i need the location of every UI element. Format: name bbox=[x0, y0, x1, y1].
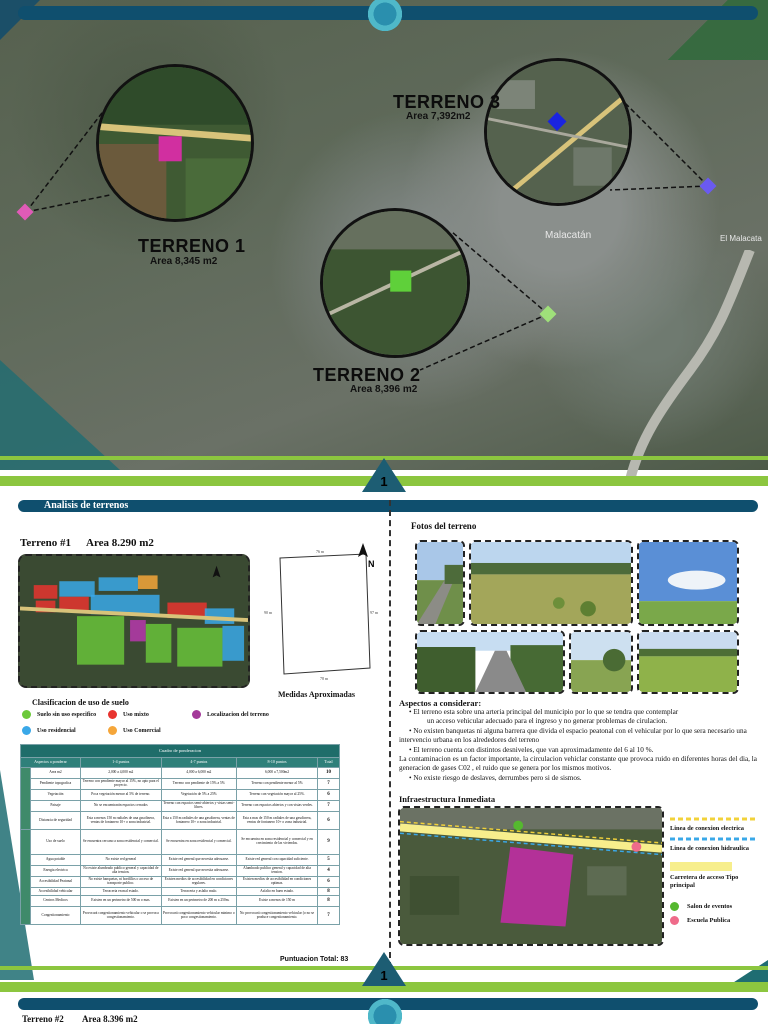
legend-item: Uso mixto bbox=[108, 710, 149, 719]
infra-legend-item: Carretera de acceso Tipo principal bbox=[670, 862, 760, 890]
table-row: Accesibilidad vehicular Terraceria en mal… bbox=[21, 887, 340, 896]
drawing-bottom-measure: 78 m bbox=[320, 676, 329, 681]
legend-item: Uso residencial bbox=[22, 726, 76, 735]
terreno2-area: Area 8,396 m2 bbox=[350, 384, 418, 395]
drawing-left-measure: 90 m bbox=[264, 610, 273, 615]
site-photo[interactable] bbox=[415, 630, 565, 694]
table-row: Energia electrica No existe alumbrado pub… bbox=[21, 865, 340, 877]
infrastructure-title: Infraestructura Inmediata bbox=[399, 794, 496, 804]
terreno1-title: Terreno #1 bbox=[20, 537, 72, 549]
table-header: 8-10 puntos bbox=[236, 757, 318, 768]
table-row: Paisaje No se encuentrarán espacios cerra… bbox=[21, 800, 340, 812]
table-row: Uso de suelo Se encuentra cercano a zona … bbox=[20, 829, 340, 925]
legend-dot bbox=[22, 710, 31, 719]
legend-dot bbox=[192, 710, 201, 719]
page-number: 1 bbox=[380, 968, 388, 983]
aspect-line: • El terreno cuenta con distintos desniv… bbox=[409, 745, 654, 754]
place-label: El Malacata bbox=[720, 234, 762, 243]
infrastructure-map bbox=[398, 806, 664, 946]
table-row: Congestionamiento Provocará congestionami… bbox=[21, 906, 340, 925]
column-divider bbox=[389, 500, 391, 968]
terreno1-area-text: Area 8.290 m2 bbox=[86, 537, 154, 549]
terreno3-area: Area 7,392m2 bbox=[406, 111, 471, 122]
page-number: 1 bbox=[380, 474, 388, 489]
table-caption: Cuadro de ponderacion bbox=[20, 744, 340, 758]
weighting-table: Cuadro de ponderacion Aspectos a pondera… bbox=[20, 744, 340, 925]
section-title: Analisis de terrenos bbox=[44, 500, 129, 511]
site-photo[interactable] bbox=[637, 630, 739, 694]
aspects-title: Aspectos a considerar: bbox=[399, 698, 482, 708]
river-shape bbox=[625, 250, 755, 480]
table-header: 1-4 puntos bbox=[80, 757, 162, 768]
terreno2-label: TERRENO 2 bbox=[313, 365, 421, 385]
table-header: 4-7 puntos bbox=[160, 757, 238, 768]
terreno2-area-text: Area 8.396 m2 bbox=[82, 1014, 138, 1024]
aspect-line: • No existen banquetas ni alguna barrera… bbox=[399, 726, 747, 745]
legend-item: Suelo sin uso especifico bbox=[22, 710, 96, 719]
legend-dot bbox=[108, 726, 117, 735]
legend-dot bbox=[22, 726, 31, 735]
place-label: Malacatán bbox=[545, 230, 592, 241]
terreno2-marker[interactable] bbox=[539, 305, 557, 323]
aspect-line: La contaminacion es un factor importante… bbox=[399, 755, 757, 773]
legend-dot bbox=[670, 916, 679, 925]
terreno1-zoom-circle bbox=[96, 64, 254, 222]
table-header: Aspectos a ponderar bbox=[20, 757, 81, 768]
terreno1-marker[interactable] bbox=[16, 203, 34, 221]
infra-legend-item: Linea de conexion hidraulica bbox=[670, 837, 758, 852]
north-arrow-icon: N bbox=[358, 543, 375, 569]
legend-dot bbox=[108, 710, 117, 719]
table-row: Pendiente topografica Terreno con pendien… bbox=[21, 778, 340, 790]
legend-item: Uso Comercial bbox=[108, 726, 161, 735]
drawing-right-measure: 97 m bbox=[370, 610, 379, 615]
site-photo[interactable] bbox=[469, 540, 633, 626]
site-photo[interactable] bbox=[415, 540, 465, 626]
legend-dot bbox=[670, 902, 679, 911]
aspect-line: • No existe riesgo de deslaves, derrumbe… bbox=[409, 773, 582, 782]
satellite-map: TERRENO 1 Area 8,345 m2 TERRENO 3 Area 7… bbox=[0, 0, 768, 480]
infra-legend-item: Escuela Publica bbox=[670, 916, 730, 925]
legend-item: Localizacion del terreno bbox=[192, 710, 269, 719]
aspects-text: • El terreno esta sobre una arteria prin… bbox=[399, 708, 757, 783]
aspect-line: • El terreno esta sobre una arteria prin… bbox=[409, 708, 679, 716]
land-use-legend-title: Clasificacion de uso de suelo bbox=[32, 698, 129, 707]
terreno3-zoom-circle bbox=[484, 58, 632, 206]
svg-text:N: N bbox=[368, 559, 375, 569]
site-photo[interactable] bbox=[637, 540, 739, 626]
table-row: Vegetación Poca vegetación menor al 5% de… bbox=[21, 789, 340, 801]
aspect-line: un acceso vehicular adecuado para el ing… bbox=[427, 717, 668, 726]
land-use-map bbox=[18, 554, 250, 688]
table-row: Area m2 2,000 a 4,000 m2 4,000 a 6,000 m2 6… bbox=[20, 767, 340, 830]
table-row: Agua potable No existe red general Existe … bbox=[21, 854, 340, 866]
total-score: Puntuacion Total: 83 bbox=[280, 956, 349, 963]
terreno2-title: Terreno #2 bbox=[22, 1014, 64, 1024]
table-row: Centros Medicos Existen en un perimetro d… bbox=[21, 895, 340, 907]
table-row: Accesibilidad Peatonal No existe banqueta… bbox=[21, 876, 340, 888]
terreno3-marker[interactable] bbox=[699, 177, 717, 195]
terreno2-zoom-circle bbox=[320, 208, 470, 358]
drawing-caption: Medidas Aproximadas bbox=[278, 690, 355, 699]
terreno1-label: TERRENO 1 bbox=[138, 236, 246, 256]
terreno3-label: TERRENO 3 bbox=[393, 92, 501, 112]
corner-decoration bbox=[0, 360, 120, 470]
infra-legend-item: Salon de eventos bbox=[670, 902, 732, 911]
drawing-top-measure: 76 m bbox=[316, 549, 325, 554]
terreno1-area: Area 8,345 m2 bbox=[150, 256, 218, 267]
table-row: Distancia de seguridad Esta a menos 150 m… bbox=[21, 811, 340, 830]
photos-title: Fotos del terreno bbox=[411, 521, 477, 531]
site-photo[interactable] bbox=[569, 630, 633, 694]
infra-legend-item: Linea de conexion electrica bbox=[670, 817, 758, 832]
table-header: Total bbox=[317, 757, 340, 768]
